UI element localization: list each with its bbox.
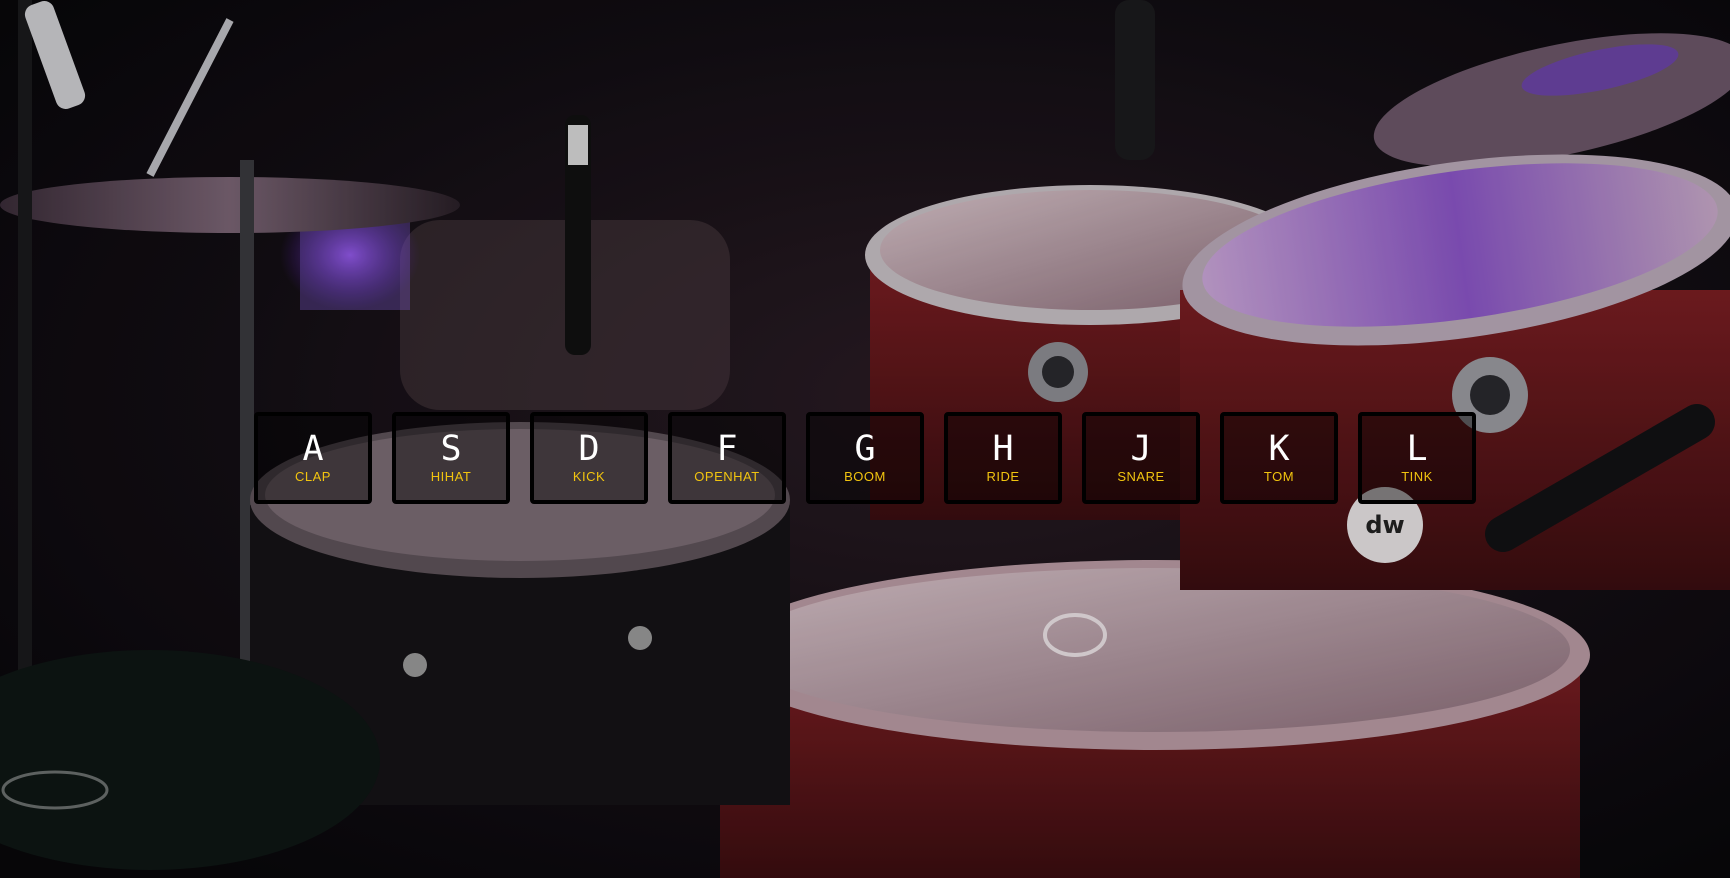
- drum-key-k[interactable]: K TOM: [1220, 412, 1338, 504]
- drum-key-g[interactable]: G BOOM: [806, 412, 924, 504]
- sound-label: CLAP: [295, 469, 331, 484]
- sound-label: TOM: [1263, 469, 1295, 484]
- drum-kit-app: dw A CLAP S HIHAT D KICK F OPENHAT G BOO…: [0, 0, 1730, 878]
- key-letter: L: [1406, 429, 1428, 469]
- key-letter: A: [302, 429, 324, 469]
- sound-label: OPENHAT: [694, 469, 760, 484]
- drum-key-s[interactable]: S HIHAT: [392, 412, 510, 504]
- sound-label: SNARE: [1117, 469, 1165, 484]
- key-letter: D: [578, 429, 600, 469]
- drum-key-f[interactable]: F OPENHAT: [668, 412, 786, 504]
- sound-label: BOOM: [844, 469, 886, 484]
- sound-label: HIHAT: [430, 469, 472, 484]
- drum-key-h[interactable]: H RIDE: [944, 412, 1062, 504]
- key-letter: H: [992, 429, 1014, 469]
- key-letter: K: [1268, 429, 1290, 469]
- key-letter: S: [440, 429, 462, 469]
- sound-label: RIDE: [986, 469, 1020, 484]
- sound-label: KICK: [572, 469, 606, 484]
- drum-key-j[interactable]: J SNARE: [1082, 412, 1200, 504]
- drum-key-d[interactable]: D KICK: [530, 412, 648, 504]
- drum-key-l[interactable]: L TINK: [1358, 412, 1476, 504]
- key-letter: F: [716, 429, 738, 469]
- sound-label: TINK: [1401, 469, 1433, 484]
- drum-key-a[interactable]: A CLAP: [254, 412, 372, 504]
- key-letter: J: [1130, 429, 1152, 469]
- key-letter: G: [854, 429, 876, 469]
- drum-keys-row: A CLAP S HIHAT D KICK F OPENHAT G BOOM H…: [0, 412, 1730, 504]
